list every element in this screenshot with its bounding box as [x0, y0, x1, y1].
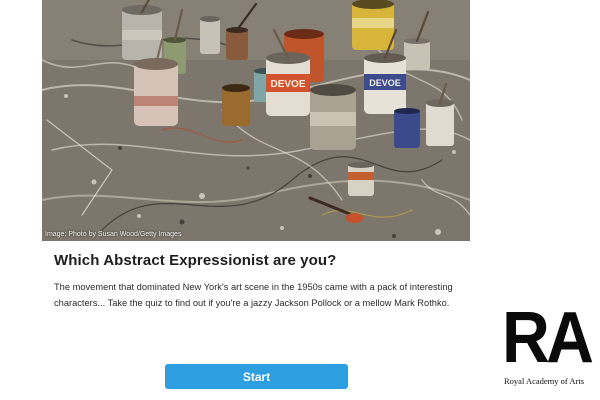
photo-credit: Image: Photo by Susan Wood/Getty Images: [45, 231, 182, 238]
ra-logo-name: Royal Academy of Arts: [504, 376, 585, 386]
can-label: DEVOE: [270, 79, 305, 90]
start-button[interactable]: Start: [165, 364, 348, 389]
paint-cans-photo: DEVOE DEVOE Image: Photo by Susan Wood/G…: [42, 0, 470, 241]
hero-image: DEVOE DEVOE Image: Photo by Susan Wood/G…: [42, 0, 470, 241]
can-label: DEVOE: [369, 78, 401, 88]
royal-academy-logo: RA Royal Academy of Arts: [502, 302, 594, 390]
quiz-page: DEVOE DEVOE Image: Photo by Susan Wood/G…: [0, 0, 600, 400]
quiz-description: The movement that dominated New York's a…: [54, 282, 453, 308]
ra-logo-mark: RA: [502, 298, 594, 378]
quiz-title: Which Abstract Expressionist are you?: [54, 252, 337, 269]
